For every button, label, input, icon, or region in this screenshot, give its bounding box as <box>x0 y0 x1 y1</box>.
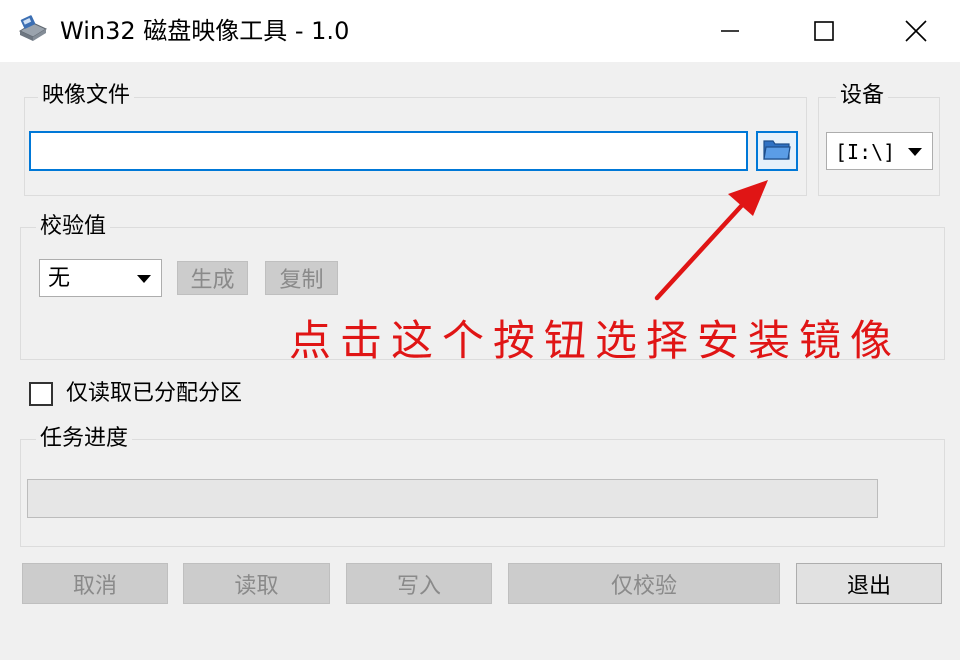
annotation-text: 点击这个按钮选择安装镜像 <box>289 316 902 365</box>
